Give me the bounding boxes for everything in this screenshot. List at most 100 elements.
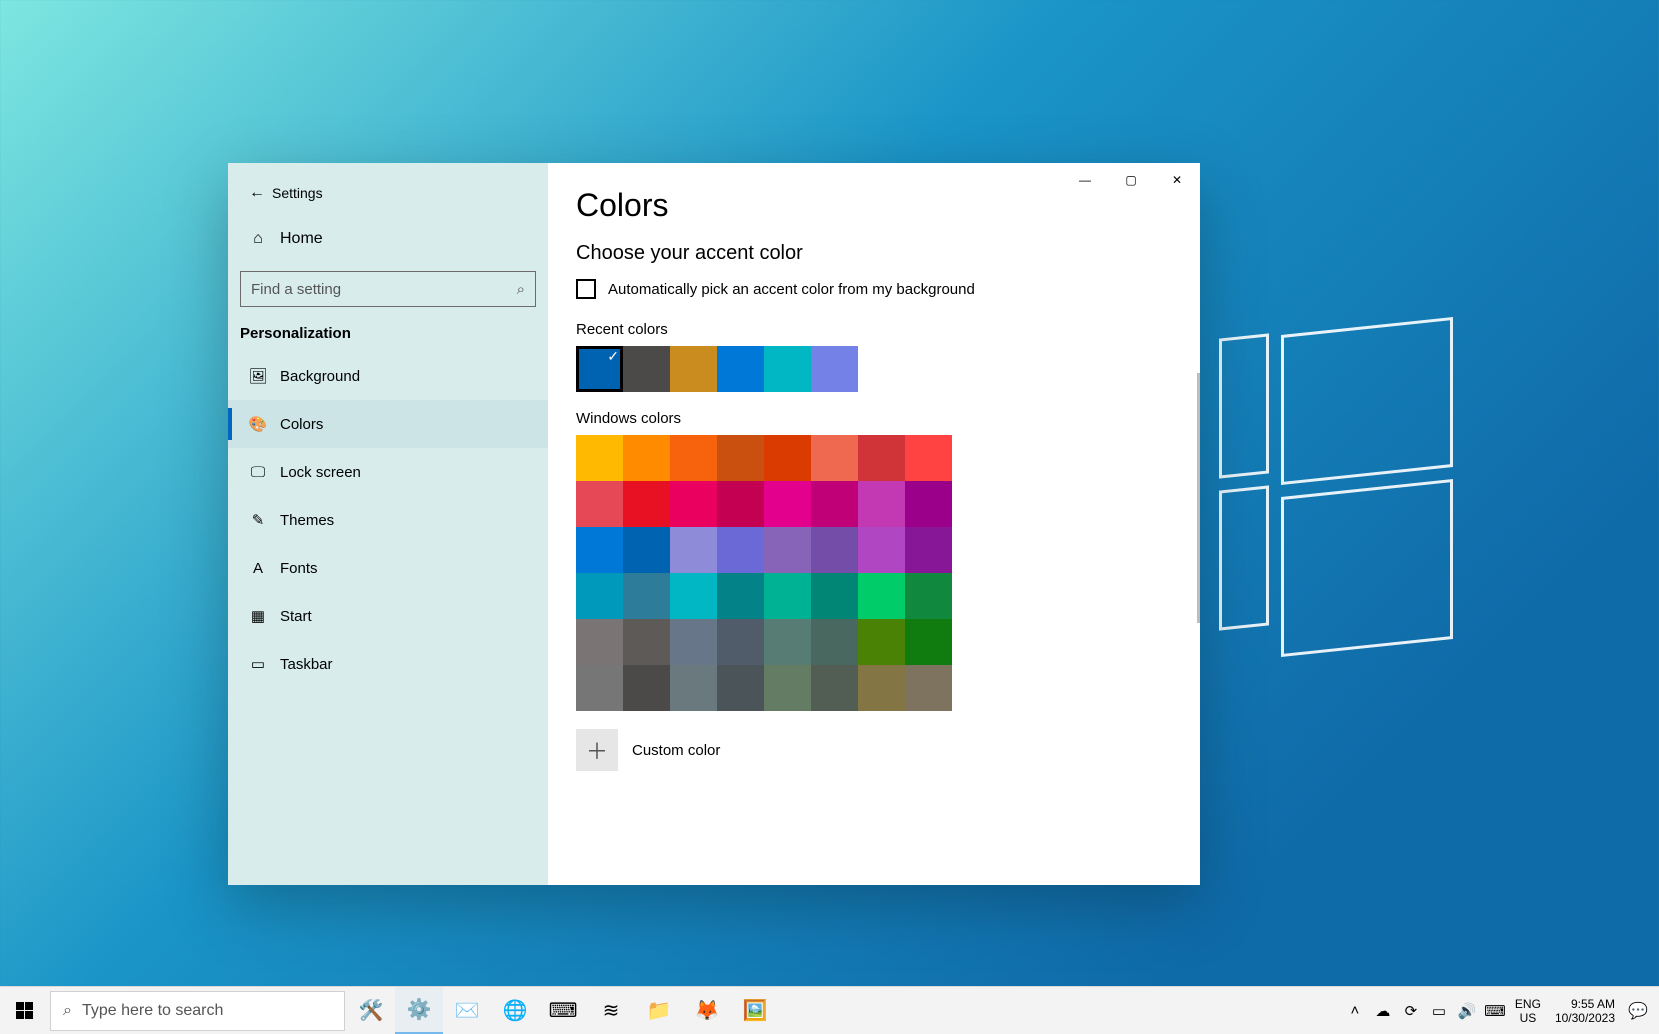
recent-color-swatch[interactable]: [764, 346, 811, 392]
photos-icon[interactable]: 🖼️: [731, 987, 779, 1034]
windows-color-swatch[interactable]: [623, 435, 670, 481]
windows-color-swatch[interactable]: [905, 481, 952, 527]
sidebar-item-colors[interactable]: 🎨Colors: [228, 400, 548, 448]
windows-color-swatch[interactable]: [576, 619, 623, 665]
edge-browser-icon[interactable]: 🌐: [491, 987, 539, 1034]
windows-color-swatch[interactable]: [670, 527, 717, 573]
windows-color-swatch[interactable]: [905, 619, 952, 665]
windows-color-swatch[interactable]: [717, 573, 764, 619]
settings-sidebar: ← Settings ⌂ Home Find a setting ⌕ Perso…: [228, 163, 548, 885]
vscode-icon[interactable]: ≋: [587, 987, 635, 1034]
sidebar-item-taskbar[interactable]: ▭Taskbar: [228, 640, 548, 688]
sidebar-item-label: Themes: [280, 512, 334, 529]
windows-color-swatch[interactable]: [670, 619, 717, 665]
recent-color-swatch[interactable]: [717, 346, 764, 392]
windows-color-swatch[interactable]: [717, 665, 764, 711]
mail-app-icon[interactable]: ✉️: [443, 987, 491, 1034]
action-center-button[interactable]: 💬: [1623, 1001, 1653, 1021]
windows-color-swatch[interactable]: [811, 527, 858, 573]
windows-color-swatch[interactable]: [858, 527, 905, 573]
themes-icon: ✎: [246, 511, 270, 529]
windows-color-swatch[interactable]: [905, 527, 952, 573]
settings-app-icon[interactable]: ⚙️: [395, 987, 443, 1034]
windows-color-swatch[interactable]: [670, 481, 717, 527]
windows-color-swatch[interactable]: [670, 573, 717, 619]
windows-color-swatch[interactable]: [670, 665, 717, 711]
windows-color-swatch[interactable]: [623, 527, 670, 573]
recent-color-swatch[interactable]: [576, 346, 623, 392]
content-scrollbar[interactable]: [1197, 373, 1200, 623]
sidebar-item-label: Colors: [280, 416, 323, 433]
home-label: Home: [280, 230, 323, 248]
windows-color-swatch[interactable]: [623, 481, 670, 527]
windows-color-swatch[interactable]: [576, 573, 623, 619]
tools-tray-icon[interactable]: 🛠️: [347, 987, 395, 1034]
windows-color-swatch[interactable]: [576, 527, 623, 573]
terminal-icon[interactable]: ⌨: [539, 987, 587, 1034]
windows-color-swatch[interactable]: [858, 619, 905, 665]
close-button[interactable]: ✕: [1154, 163, 1200, 197]
windows-color-swatch[interactable]: [905, 665, 952, 711]
start-button[interactable]: [0, 987, 48, 1034]
windows-color-swatch[interactable]: [623, 573, 670, 619]
windows-color-swatch[interactable]: [858, 573, 905, 619]
windows-color-swatch[interactable]: [623, 665, 670, 711]
sidebar-item-start[interactable]: ▦Start: [228, 592, 548, 640]
back-button[interactable]: ←: [242, 184, 272, 202]
settings-search-input[interactable]: Find a setting ⌕: [240, 271, 536, 307]
minimize-button[interactable]: —: [1062, 163, 1108, 197]
recent-color-swatch[interactable]: [623, 346, 670, 392]
firefox-icon[interactable]: 🦊: [683, 987, 731, 1034]
chevron-up-icon[interactable]: ˄: [1341, 1002, 1369, 1020]
home-nav-item[interactable]: ⌂ Home: [228, 215, 548, 263]
auto-accent-checkbox[interactable]: [576, 279, 596, 299]
windows-color-swatch[interactable]: [764, 435, 811, 481]
windows-color-swatch[interactable]: [576, 435, 623, 481]
windows-color-swatch[interactable]: [623, 619, 670, 665]
windows-color-swatch[interactable]: [717, 481, 764, 527]
onedrive-icon[interactable]: ☁: [1369, 1002, 1397, 1020]
sidebar-item-background[interactable]: 🖼Background: [228, 352, 548, 400]
sidebar-item-lock-screen[interactable]: 🖵Lock screen: [228, 448, 548, 496]
windows-color-swatch[interactable]: [764, 665, 811, 711]
windows-color-swatch[interactable]: [811, 435, 858, 481]
windows-color-swatch[interactable]: [764, 481, 811, 527]
windows-color-swatch[interactable]: [858, 435, 905, 481]
windows-colors-label: Windows colors: [576, 410, 1172, 427]
windows-color-swatch[interactable]: [811, 481, 858, 527]
windows-color-swatch[interactable]: [670, 435, 717, 481]
windows-color-swatch[interactable]: [576, 481, 623, 527]
windows-color-swatch[interactable]: [858, 665, 905, 711]
update-icon[interactable]: ⟳: [1397, 1002, 1425, 1020]
windows-color-swatch[interactable]: [764, 619, 811, 665]
windows-color-swatch[interactable]: [717, 527, 764, 573]
windows-color-swatch[interactable]: [764, 527, 811, 573]
sidebar-item-label: Background: [280, 368, 360, 385]
custom-color-button[interactable]: ＋: [576, 729, 618, 771]
windows-color-swatch[interactable]: [717, 619, 764, 665]
windows-color-swatch[interactable]: [905, 573, 952, 619]
sidebar-item-themes[interactable]: ✎ Themes: [228, 496, 548, 544]
windows-color-swatch[interactable]: [858, 481, 905, 527]
maximize-button[interactable]: ▢: [1108, 163, 1154, 197]
volume-icon[interactable]: 🔊: [1453, 1002, 1481, 1020]
clock[interactable]: 9:55 AM 10/30/2023: [1547, 997, 1623, 1025]
recent-color-swatch[interactable]: [811, 346, 858, 392]
file-explorer-icon[interactable]: 📁: [635, 987, 683, 1034]
recent-color-swatch[interactable]: [670, 346, 717, 392]
windows-color-swatch[interactable]: [717, 435, 764, 481]
taskbar-search-input[interactable]: ⌕ Type here to search: [50, 991, 345, 1031]
windows-color-swatch[interactable]: [811, 665, 858, 711]
windows-color-swatch[interactable]: [905, 435, 952, 481]
windows-colors-grid: [576, 435, 952, 711]
windows-color-swatch[interactable]: [764, 573, 811, 619]
windows-color-swatch[interactable]: [811, 573, 858, 619]
windows-logo-wallpaper: [1219, 336, 1453, 638]
windows-color-swatch[interactable]: [811, 619, 858, 665]
keyboard-icon[interactable]: ⌨: [1481, 1002, 1509, 1020]
meet-now-icon[interactable]: ▭: [1425, 1002, 1453, 1020]
sidebar-item-fonts[interactable]: AFonts: [228, 544, 548, 592]
windows-color-swatch[interactable]: [576, 665, 623, 711]
input-language-indicator[interactable]: ENG US: [1509, 997, 1547, 1025]
taskbar-icon: ▭: [246, 655, 270, 673]
